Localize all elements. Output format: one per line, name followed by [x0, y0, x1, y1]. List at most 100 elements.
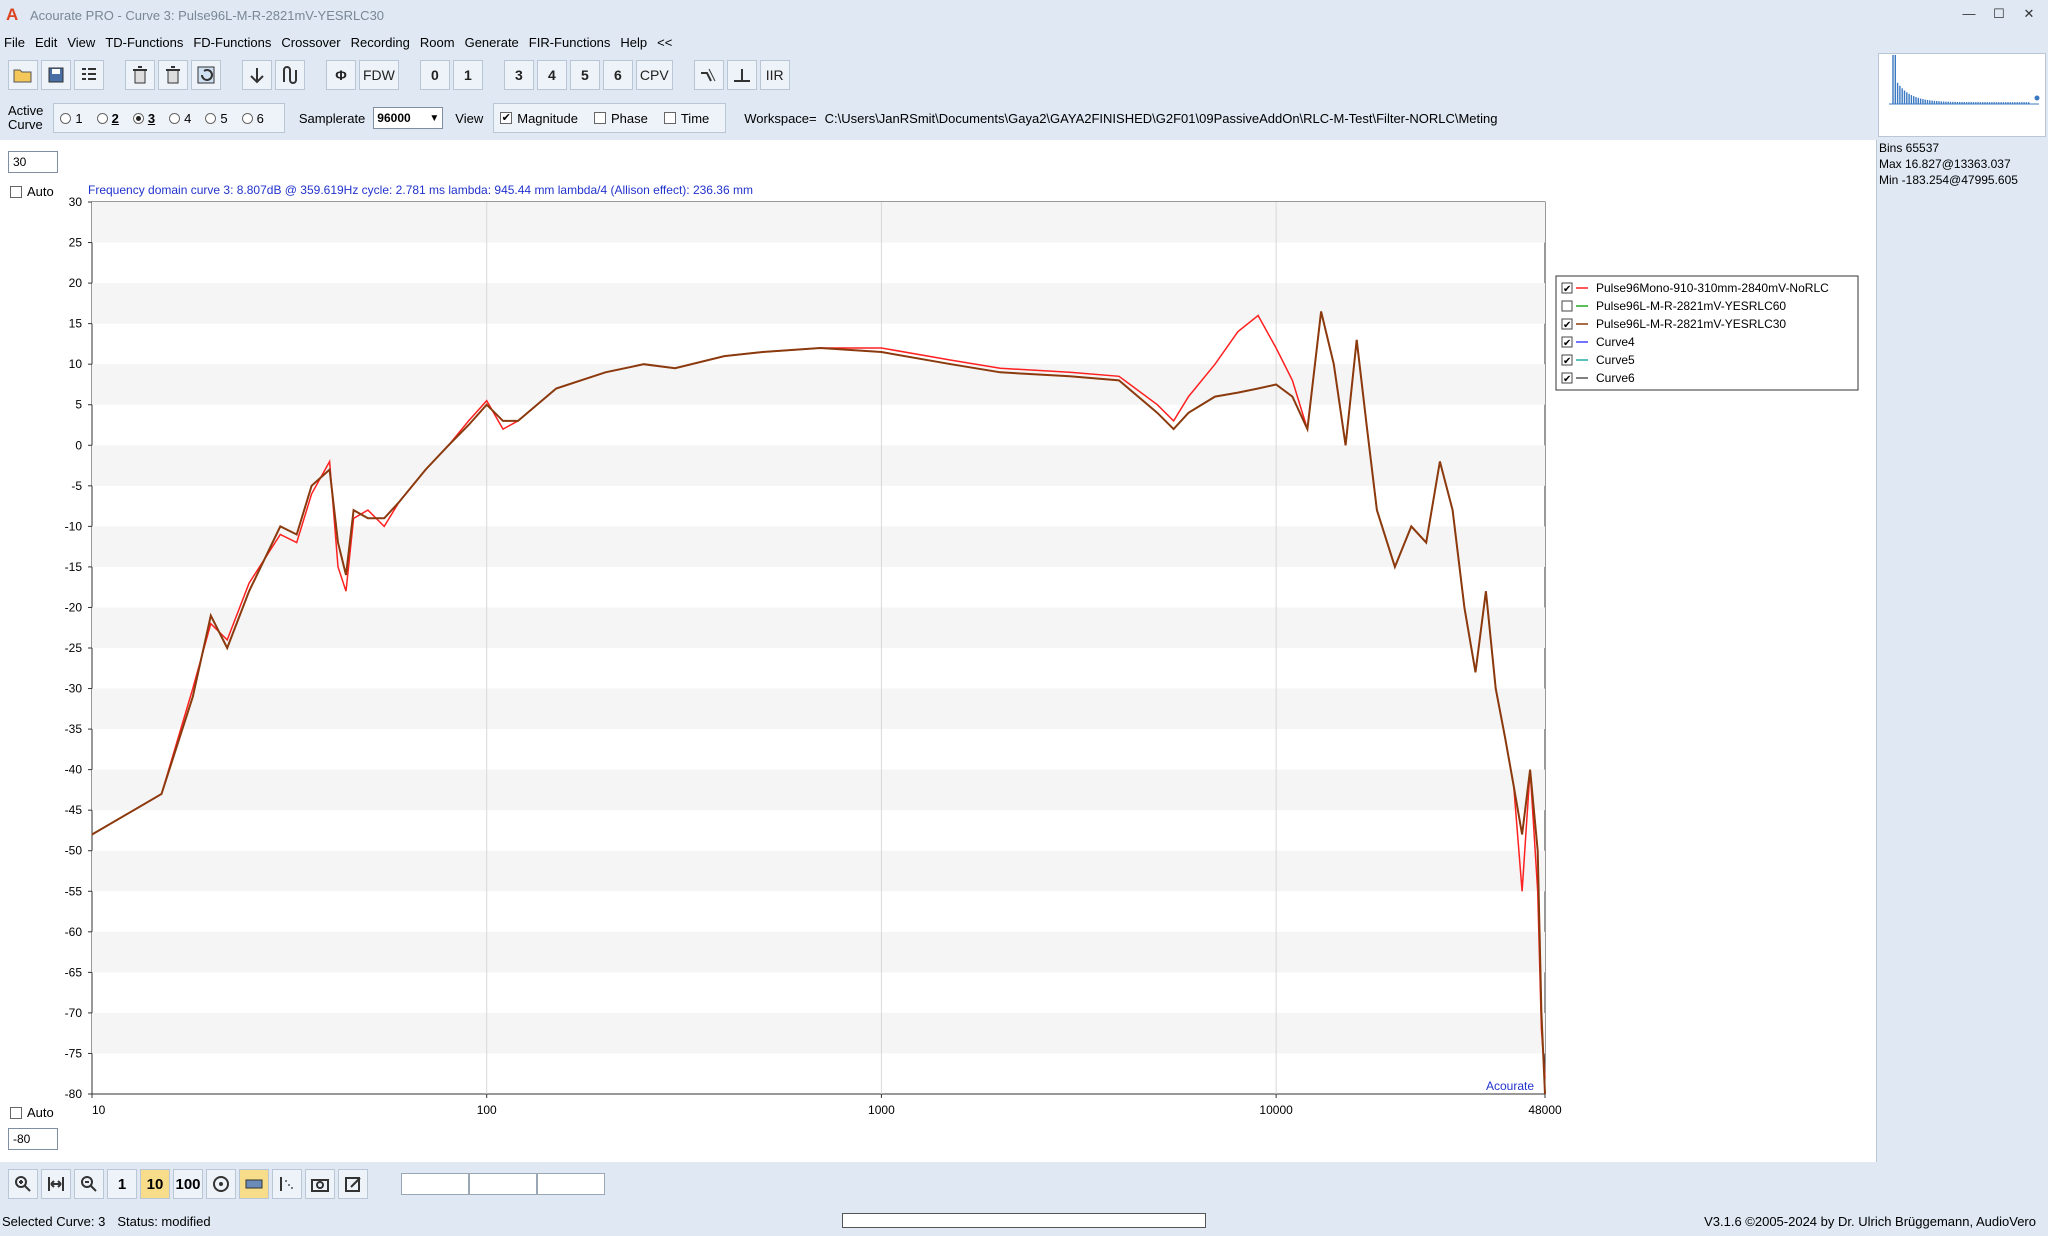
zoom-in-icon[interactable] [8, 1169, 38, 1199]
menu-fd-functions[interactable]: FD-Functions [193, 35, 271, 50]
curve-radio-4[interactable]: 4 [169, 111, 191, 126]
auto-top-checkbox[interactable]: Auto [10, 184, 54, 199]
trash-icon[interactable] [158, 60, 188, 90]
check-icon: ✔ [1563, 338, 1571, 349]
info-side-panel: Bins 65537 Max 16.827@13363.037 Min -183… [1876, 140, 2048, 1162]
y-max-input[interactable] [8, 151, 58, 173]
save-icon[interactable] [41, 60, 71, 90]
zoom-100-button[interactable]: 100 [173, 1169, 203, 1199]
menu-collapse[interactable]: << [657, 35, 672, 50]
menu-td-functions[interactable]: TD-Functions [105, 35, 183, 50]
legend-label: Pulse96L-M-R-2821mV-YESRLC30 [1596, 317, 1786, 331]
curve-radio-1[interactable]: 1 [60, 111, 83, 126]
impulse-icon[interactable] [726, 60, 757, 90]
legend-label: Curve5 [1596, 353, 1635, 367]
phase-checkbox[interactable]: Phase [593, 111, 648, 126]
time-checkbox[interactable]: Time [663, 111, 709, 126]
grid-band [92, 688, 1545, 730]
menu-recording[interactable]: Recording [351, 35, 410, 50]
menu-fir-functions[interactable]: FIR-Functions [529, 35, 611, 50]
min-value: Min -183.254@47995.605 [1879, 173, 2018, 187]
open-folder-icon[interactable] [8, 60, 38, 90]
curve-list-icon[interactable] [74, 60, 104, 90]
x-tick-label: 100 [477, 1103, 497, 1117]
marker-field-2[interactable] [469, 1173, 537, 1195]
marker-field-1[interactable] [401, 1173, 469, 1195]
check-icon: ✔ [1563, 284, 1571, 295]
one-button[interactable]: 1 [452, 60, 483, 90]
iir-button[interactable]: IIR [759, 60, 790, 90]
menu-help[interactable]: Help [620, 35, 647, 50]
y-tick-label: -55 [65, 884, 83, 898]
max-value: Max 16.827@13363.037 [1879, 157, 2011, 171]
legend-label: Pulse96Mono-910-310mm-2840mV-NoRLC [1596, 281, 1829, 295]
curve-4-button[interactable]: 4 [536, 60, 567, 90]
check-icon: ✔ [1563, 374, 1571, 385]
menu-edit[interactable]: Edit [35, 35, 57, 50]
x-tick-label: 10 [92, 1103, 106, 1117]
curve-6-button[interactable]: 6 [602, 60, 633, 90]
menu-view[interactable]: View [67, 35, 95, 50]
legend-entry[interactable]: Pulse96L-M-R-2821mV-YESRLC60 [1561, 299, 1786, 313]
pulse-icon[interactable] [275, 60, 305, 90]
grid-band [92, 931, 1545, 973]
edit-icon[interactable] [338, 1169, 368, 1199]
fit-width-icon[interactable] [41, 1169, 71, 1199]
y-tick-label: -50 [65, 844, 83, 858]
zoom-10-button[interactable]: 10 [140, 1169, 170, 1199]
delete-all-icon[interactable] [125, 60, 155, 90]
zoom-out-icon[interactable] [74, 1169, 104, 1199]
zero-button[interactable]: 0 [419, 60, 450, 90]
legend-entry[interactable]: ✔ Pulse96Mono-910-310mm-2840mV-NoRLC [1561, 281, 1829, 295]
y-tick-label: -75 [65, 1046, 83, 1060]
copyright-text: V3.1.6 ©2005-2024 by Dr. Ulrich Brüggema… [1704, 1214, 2036, 1229]
grid-lines-icon[interactable] [239, 1169, 269, 1199]
y-tick-label: -70 [65, 1006, 83, 1020]
samplerate-select[interactable]: 96000 ▼ [373, 107, 444, 129]
phase-button[interactable]: Φ [326, 60, 356, 90]
auto-bottom-checkbox[interactable]: Auto [10, 1105, 54, 1120]
camera-icon[interactable] [305, 1169, 335, 1199]
window-title: Acourate PRO - Curve 3: Pulse96L-M-R-282… [30, 7, 385, 23]
progress-bar [842, 1213, 1206, 1228]
lowpass-icon[interactable] [693, 60, 724, 90]
curve-3-button[interactable]: 3 [503, 60, 534, 90]
chevron-down-icon: ▼ [429, 112, 440, 124]
curve-5-button[interactable]: 5 [569, 60, 600, 90]
curve-radio-3[interactable]: 3 [132, 111, 155, 126]
menu-bar: File Edit View TD-Functions FD-Functions… [0, 31, 682, 53]
menu-file[interactable]: File [4, 35, 25, 50]
view-options: ✔ Magnitude Phase Time [493, 103, 727, 133]
marker-field-3[interactable] [537, 1173, 605, 1195]
fdw-button[interactable]: FDW [359, 60, 399, 90]
grid-band [92, 283, 1545, 324]
y-tick-label: -80 [65, 1087, 83, 1101]
target-icon[interactable] [206, 1169, 236, 1199]
menu-crossover[interactable]: Crossover [281, 35, 340, 50]
grid-band [92, 769, 1545, 811]
app-logo-icon: A [6, 5, 19, 24]
curve-radio-6[interactable]: 6 [241, 111, 264, 126]
undo-icon[interactable] [191, 60, 221, 90]
menu-room[interactable]: Room [420, 35, 455, 50]
legend-checkbox [1561, 300, 1573, 312]
cpv-button[interactable]: CPV [635, 60, 673, 90]
legend-label: Curve4 [1596, 335, 1635, 349]
legend-entry[interactable]: ✔ Pulse96L-M-R-2821mV-YESRLC30 [1561, 317, 1786, 331]
y-min-input[interactable] [8, 1128, 58, 1150]
zoom-1-button[interactable]: 1 [107, 1169, 137, 1199]
magnitude-checkbox[interactable]: ✔ Magnitude [500, 111, 578, 126]
x-tick-label: 1000 [868, 1103, 895, 1117]
maximize-button[interactable]: ☐ [1986, 4, 2012, 24]
y-tick-label: 5 [75, 398, 82, 412]
curve-radio-2[interactable]: 2 [96, 111, 119, 126]
scatter-icon[interactable] [272, 1169, 302, 1199]
close-button[interactable]: ✕ [2016, 4, 2042, 24]
move-curve-icon[interactable] [242, 60, 272, 90]
menu-generate[interactable]: Generate [465, 35, 519, 50]
y-tick-label: -35 [65, 722, 83, 736]
curve-radio-5[interactable]: 5 [205, 111, 228, 126]
minimize-button[interactable]: — [1956, 4, 1982, 24]
x-tick-label: 10000 [1259, 1103, 1293, 1117]
samplerate-label: Samplerate [298, 110, 366, 126]
